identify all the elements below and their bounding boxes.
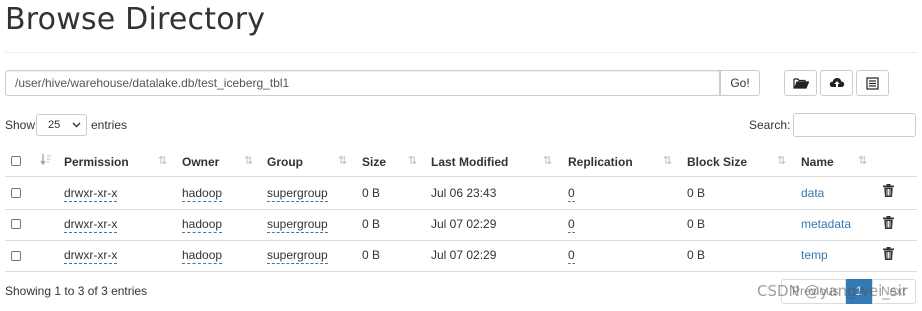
owner-cell[interactable]: hadoop	[182, 217, 223, 233]
select-all-checkbox[interactable]	[11, 156, 21, 166]
size-cell: 0 B	[362, 186, 381, 200]
block-size-cell: 0 B	[687, 186, 706, 200]
size-cell: 0 B	[362, 248, 381, 262]
permission-cell[interactable]: drwxr-xr-x	[64, 248, 118, 264]
sort-icon[interactable]: ⇅	[858, 154, 867, 167]
sort-icon[interactable]: ⇅	[244, 154, 253, 167]
table-info: Showing 1 to 3 of 3 entries	[5, 284, 148, 298]
replication-cell[interactable]: 0	[568, 248, 575, 264]
cloud-upload-icon	[829, 77, 844, 89]
replication-cell[interactable]: 0	[568, 186, 575, 202]
group-cell[interactable]: supergroup	[267, 186, 328, 202]
permission-cell[interactable]: drwxr-xr-x	[64, 186, 118, 202]
group-cell[interactable]: supergroup	[267, 217, 328, 233]
trash-icon[interactable]	[883, 184, 894, 197]
trash-icon[interactable]	[883, 247, 894, 260]
sort-icon[interactable]: ⇅	[338, 154, 347, 167]
show-label: Show	[5, 118, 36, 132]
row-checkbox[interactable]	[11, 251, 21, 261]
block-size-cell: 0 B	[687, 248, 706, 262]
column-header-block-size[interactable]: Block Size	[687, 155, 747, 169]
owner-cell[interactable]: hadoop	[182, 248, 223, 264]
directory-path-input[interactable]: /user/hive/warehouse/datalake.db/test_ic…	[5, 70, 720, 96]
watermark: CSDN @yangwei_sir	[757, 282, 908, 300]
file-name-link[interactable]: temp	[801, 248, 828, 262]
size-cell: 0 B	[362, 217, 381, 231]
sort-icon[interactable]: ⇅	[543, 154, 552, 167]
sort-icon[interactable]: ⇅	[777, 154, 786, 167]
sort-numeric-icon[interactable]	[40, 153, 52, 165]
row-divider	[5, 240, 917, 241]
list-icon	[866, 76, 879, 90]
upload-files-button[interactable]	[820, 70, 853, 96]
row-checkbox[interactable]	[11, 188, 21, 198]
file-name-link[interactable]: data	[801, 186, 824, 200]
create-directory-button[interactable]	[784, 70, 817, 96]
page-title: Browse Directory	[5, 2, 266, 37]
permission-cell[interactable]: drwxr-xr-x	[64, 217, 118, 233]
go-button[interactable]: Go!	[720, 70, 760, 96]
column-header-group[interactable]: Group	[267, 155, 303, 169]
search-label: Search:	[749, 118, 791, 132]
sort-icon[interactable]: ⇅	[158, 154, 167, 167]
row-checkbox[interactable]	[11, 219, 21, 229]
owner-cell[interactable]: hadoop	[182, 186, 223, 202]
trash-icon[interactable]	[883, 216, 894, 229]
last-modified-cell: Jul 06 23:43	[431, 186, 497, 200]
table-header-divider	[5, 176, 917, 177]
cut-paste-button[interactable]	[856, 70, 889, 96]
file-name-link[interactable]: metadata	[801, 217, 851, 231]
page-length-value: 25	[48, 119, 61, 131]
block-size-cell: 0 B	[687, 217, 706, 231]
group-cell[interactable]: supergroup	[267, 248, 328, 264]
sort-icon[interactable]: ⇅	[663, 154, 672, 167]
column-header-replication[interactable]: Replication	[568, 155, 633, 169]
page-length-select[interactable]: 25	[36, 114, 87, 136]
column-header-last-modified[interactable]: Last Modified	[431, 155, 508, 169]
column-header-size[interactable]: Size	[362, 155, 386, 169]
folder-open-icon	[792, 77, 809, 89]
entries-label: entries	[91, 118, 128, 132]
row-divider	[5, 271, 917, 272]
last-modified-cell: Jul 07 02:29	[431, 217, 497, 231]
row-divider	[5, 209, 917, 210]
search-input[interactable]	[793, 113, 916, 137]
chevron-down-icon	[72, 122, 81, 128]
title-divider	[5, 52, 917, 53]
column-header-name[interactable]: Name	[801, 155, 834, 169]
column-header-owner[interactable]: Owner	[182, 155, 219, 169]
last-modified-cell: Jul 07 02:29	[431, 248, 497, 262]
sort-icon[interactable]: ⇅	[408, 154, 417, 167]
replication-cell[interactable]: 0	[568, 217, 575, 233]
column-header-permission[interactable]: Permission	[64, 155, 129, 169]
